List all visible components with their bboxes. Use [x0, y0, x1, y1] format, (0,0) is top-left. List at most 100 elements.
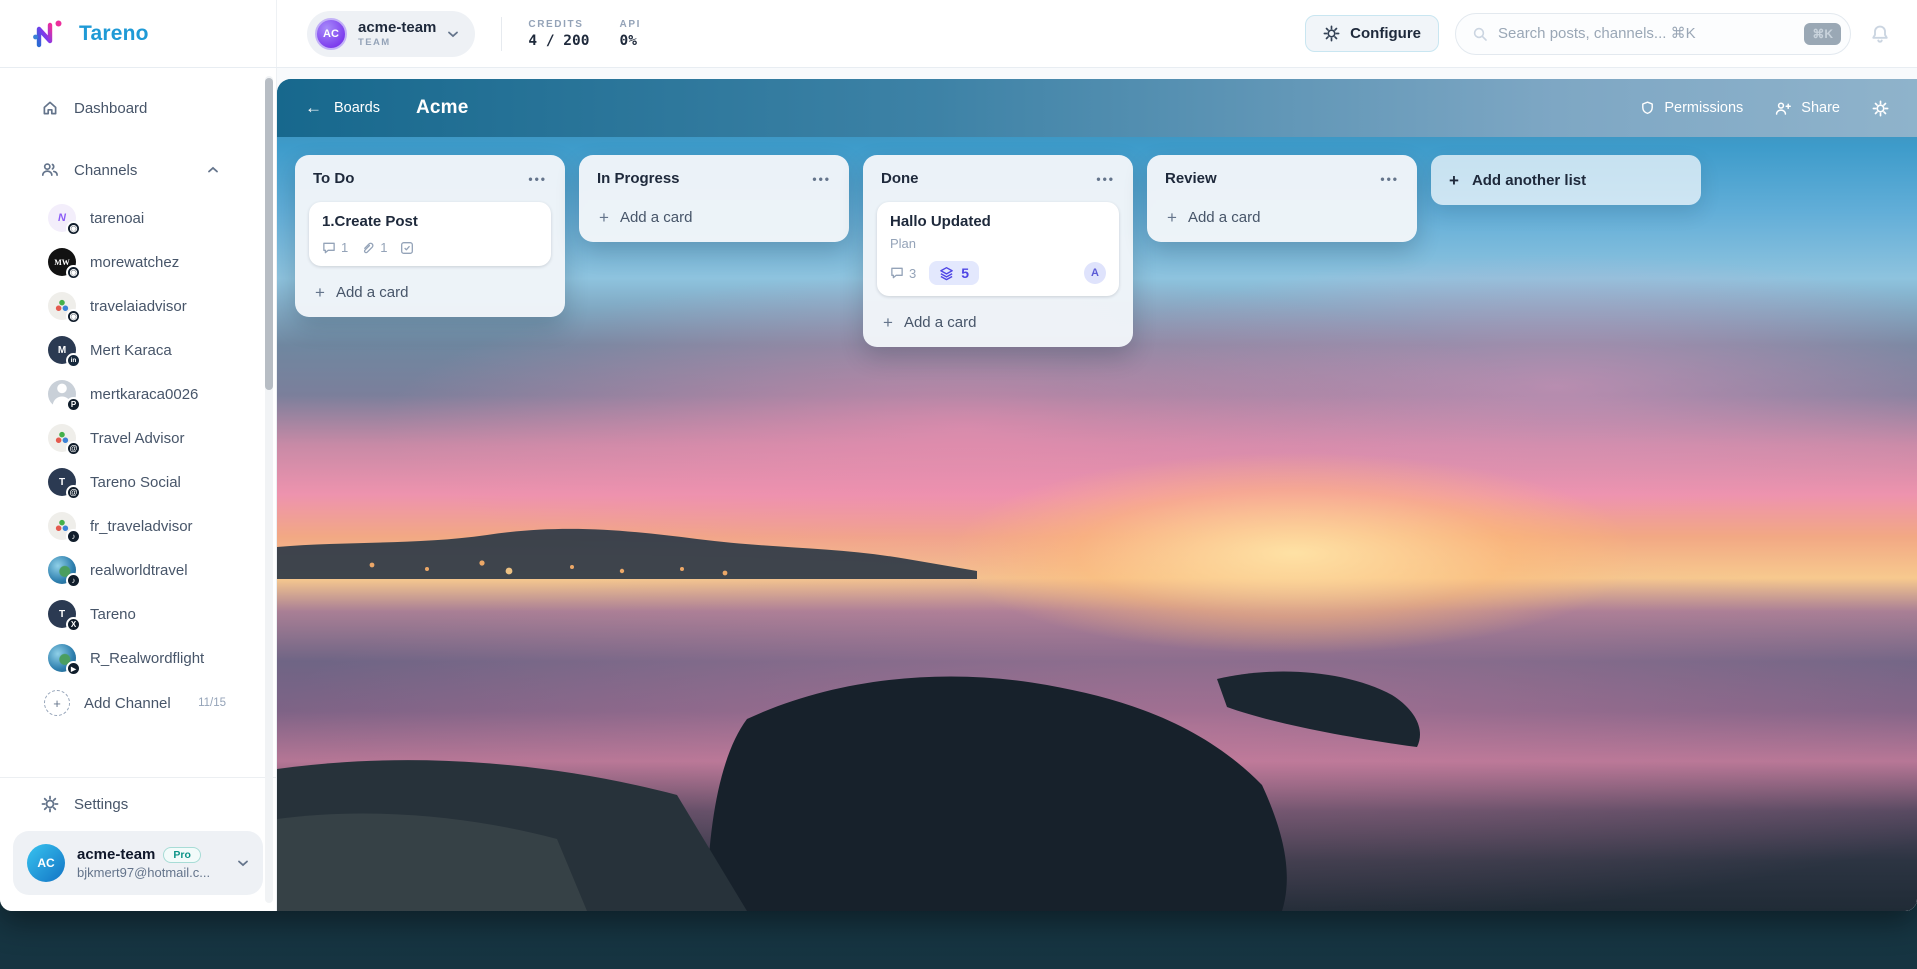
users-icon — [41, 161, 59, 179]
channel-name: R_Realwordflight — [90, 650, 204, 667]
plan-badge: Pro — [163, 847, 201, 863]
channel-name: travelaiadvisor — [90, 298, 187, 315]
search-bar[interactable]: ⌘K — [1455, 13, 1851, 55]
search-input[interactable] — [1498, 25, 1794, 42]
channel-name: tarenoai — [90, 210, 144, 227]
share-button[interactable]: Share — [1775, 100, 1840, 116]
add-card-button[interactable]: + Add a card — [309, 281, 551, 304]
assignee-avatar: A — [1084, 262, 1106, 284]
account-switcher[interactable]: AC acme-team Pro bjkmert97@hotmail.c... — [13, 831, 263, 895]
brand-logo-icon — [30, 15, 68, 53]
settings-label: Settings — [74, 796, 128, 813]
add-channel-label: Add Channel — [84, 695, 171, 712]
list-menu-button[interactable]: ••• — [1096, 172, 1115, 186]
attachments-badge: 1 — [361, 240, 387, 255]
header-divider — [501, 17, 502, 51]
channel-item-travelaiadvisor[interactable]: ◉ travelaiadvisor — [0, 284, 276, 328]
channel-item-mert-karaca[interactable]: M in Mert Karaca — [0, 328, 276, 372]
comments-badge: 3 — [890, 266, 916, 281]
paperclip-icon — [361, 241, 375, 255]
sidebar-section-channels[interactable]: Channels — [0, 150, 276, 190]
team-name: acme-team — [358, 19, 436, 36]
channel-item-mertkaraca0026[interactable]: P mertkaraca0026 — [0, 372, 276, 416]
home-icon — [41, 99, 59, 117]
channel-name: morewatchez — [90, 254, 179, 271]
credits-value: 4 / 200 — [528, 33, 589, 49]
api-value: 0% — [620, 33, 641, 49]
usage-stats: CREDITS 4 / 200 API 0% — [528, 19, 641, 49]
board-container: ← Boards Acme Permissions Share — [277, 79, 1917, 911]
channel-name: Travel Advisor — [90, 430, 184, 447]
shield-icon — [1640, 101, 1655, 116]
card-hallo-updated[interactable]: Hallo Updated Plan 3 5 — [877, 202, 1119, 296]
configure-label: Configure — [1350, 25, 1421, 42]
plus-icon: + — [44, 690, 70, 716]
team-avatar: AC — [315, 18, 347, 50]
add-card-button[interactable]: + Add a card — [877, 311, 1119, 334]
chevron-down-icon — [237, 859, 249, 867]
account-avatar: AC — [27, 844, 65, 882]
channel-name: fr_traveladvisor — [90, 518, 193, 535]
plus-icon: + — [883, 314, 893, 331]
channel-item-tareno-social[interactable]: T @ Tareno Social — [0, 460, 276, 504]
channel-name: Mert Karaca — [90, 342, 172, 359]
channel-item-travel-advisor[interactable]: @ Travel Advisor — [0, 416, 276, 460]
main-area: ← Boards Acme Permissions Share — [277, 68, 1917, 911]
channel-item-realworldtravel[interactable]: ♪ realworldtravel — [0, 548, 276, 592]
layers-icon — [939, 266, 954, 281]
permissions-button[interactable]: Permissions — [1640, 100, 1743, 116]
add-card-label: Add a card — [336, 284, 409, 301]
api-stat: API 0% — [620, 19, 641, 49]
list-menu-button[interactable]: ••• — [1380, 172, 1399, 186]
card-title: 1.Create Post — [322, 213, 538, 230]
channel-item-r-realwordflight[interactable]: ▶ R_Realwordflight — [0, 636, 276, 680]
tiktok-icon: ♪ — [66, 573, 81, 588]
channel-item-fr-traveladvisor[interactable]: ♪ fr_traveladvisor — [0, 504, 276, 548]
app-window: Tareno AC acme-team TEAM CREDITS 4 / 200… — [0, 0, 1917, 911]
add-card-button[interactable]: + Add a card — [1161, 206, 1403, 229]
sidebar-item-dashboard[interactable]: Dashboard — [0, 88, 276, 128]
permissions-label: Permissions — [1664, 100, 1743, 116]
add-card-label: Add a card — [620, 209, 693, 226]
x-icon: X — [66, 617, 81, 632]
list-todo: To Do ••• 1.Create Post 1 — [295, 155, 565, 317]
list-in-progress: In Progress ••• + Add a card — [579, 155, 849, 242]
team-switcher[interactable]: AC acme-team TEAM — [307, 11, 475, 57]
gear-icon — [1872, 100, 1889, 117]
dashboard-label: Dashboard — [74, 100, 147, 117]
list-menu-button[interactable]: ••• — [812, 172, 831, 186]
channel-item-tareno[interactable]: T X Tareno — [0, 592, 276, 636]
channel-name: mertkaraca0026 — [90, 386, 198, 403]
checklist-badge — [400, 241, 414, 255]
add-list-button[interactable]: + Add another list — [1431, 155, 1701, 205]
channel-name: realworldtravel — [90, 562, 188, 579]
add-card-button[interactable]: + Add a card — [593, 206, 835, 229]
instagram-icon: ◉ — [66, 309, 81, 324]
account-name: acme-team — [77, 846, 155, 863]
add-channel-button[interactable]: + Add Channel 11/15 — [0, 680, 276, 726]
board-settings-button[interactable] — [1872, 100, 1889, 117]
card-subtitle: Plan — [890, 236, 1106, 251]
channel-item-tarenoai[interactable]: N ◉ tarenoai — [0, 196, 276, 240]
pinterest-icon: P — [66, 397, 81, 412]
check-square-icon — [400, 241, 414, 255]
credits-stat: CREDITS 4 / 200 — [528, 19, 589, 49]
channel-name: Tareno — [90, 606, 136, 623]
sidebar-item-settings[interactable]: Settings — [0, 778, 276, 827]
card-create-post[interactable]: 1.Create Post 1 1 — [309, 202, 551, 266]
channel-item-morewatchez[interactable]: MW ◉ morewatchez — [0, 240, 276, 284]
plus-icon: + — [1449, 172, 1459, 189]
board-lists: To Do ••• 1.Create Post 1 — [277, 137, 1917, 911]
sidebar-scrollbar-thumb[interactable] — [265, 78, 273, 390]
list-review: Review ••• + Add a card — [1147, 155, 1417, 242]
back-to-boards-button[interactable]: ← Boards — [305, 98, 380, 118]
configure-button[interactable]: Configure — [1305, 15, 1439, 52]
chevron-down-icon — [447, 30, 459, 38]
plus-icon: + — [315, 284, 325, 301]
list-menu-button[interactable]: ••• — [528, 172, 547, 186]
chevron-up-icon[interactable] — [207, 166, 219, 174]
gear-icon — [41, 795, 59, 813]
search-shortcut-badge: ⌘K — [1804, 23, 1841, 45]
list-title: To Do — [313, 170, 354, 187]
bell-icon[interactable] — [1870, 24, 1890, 44]
